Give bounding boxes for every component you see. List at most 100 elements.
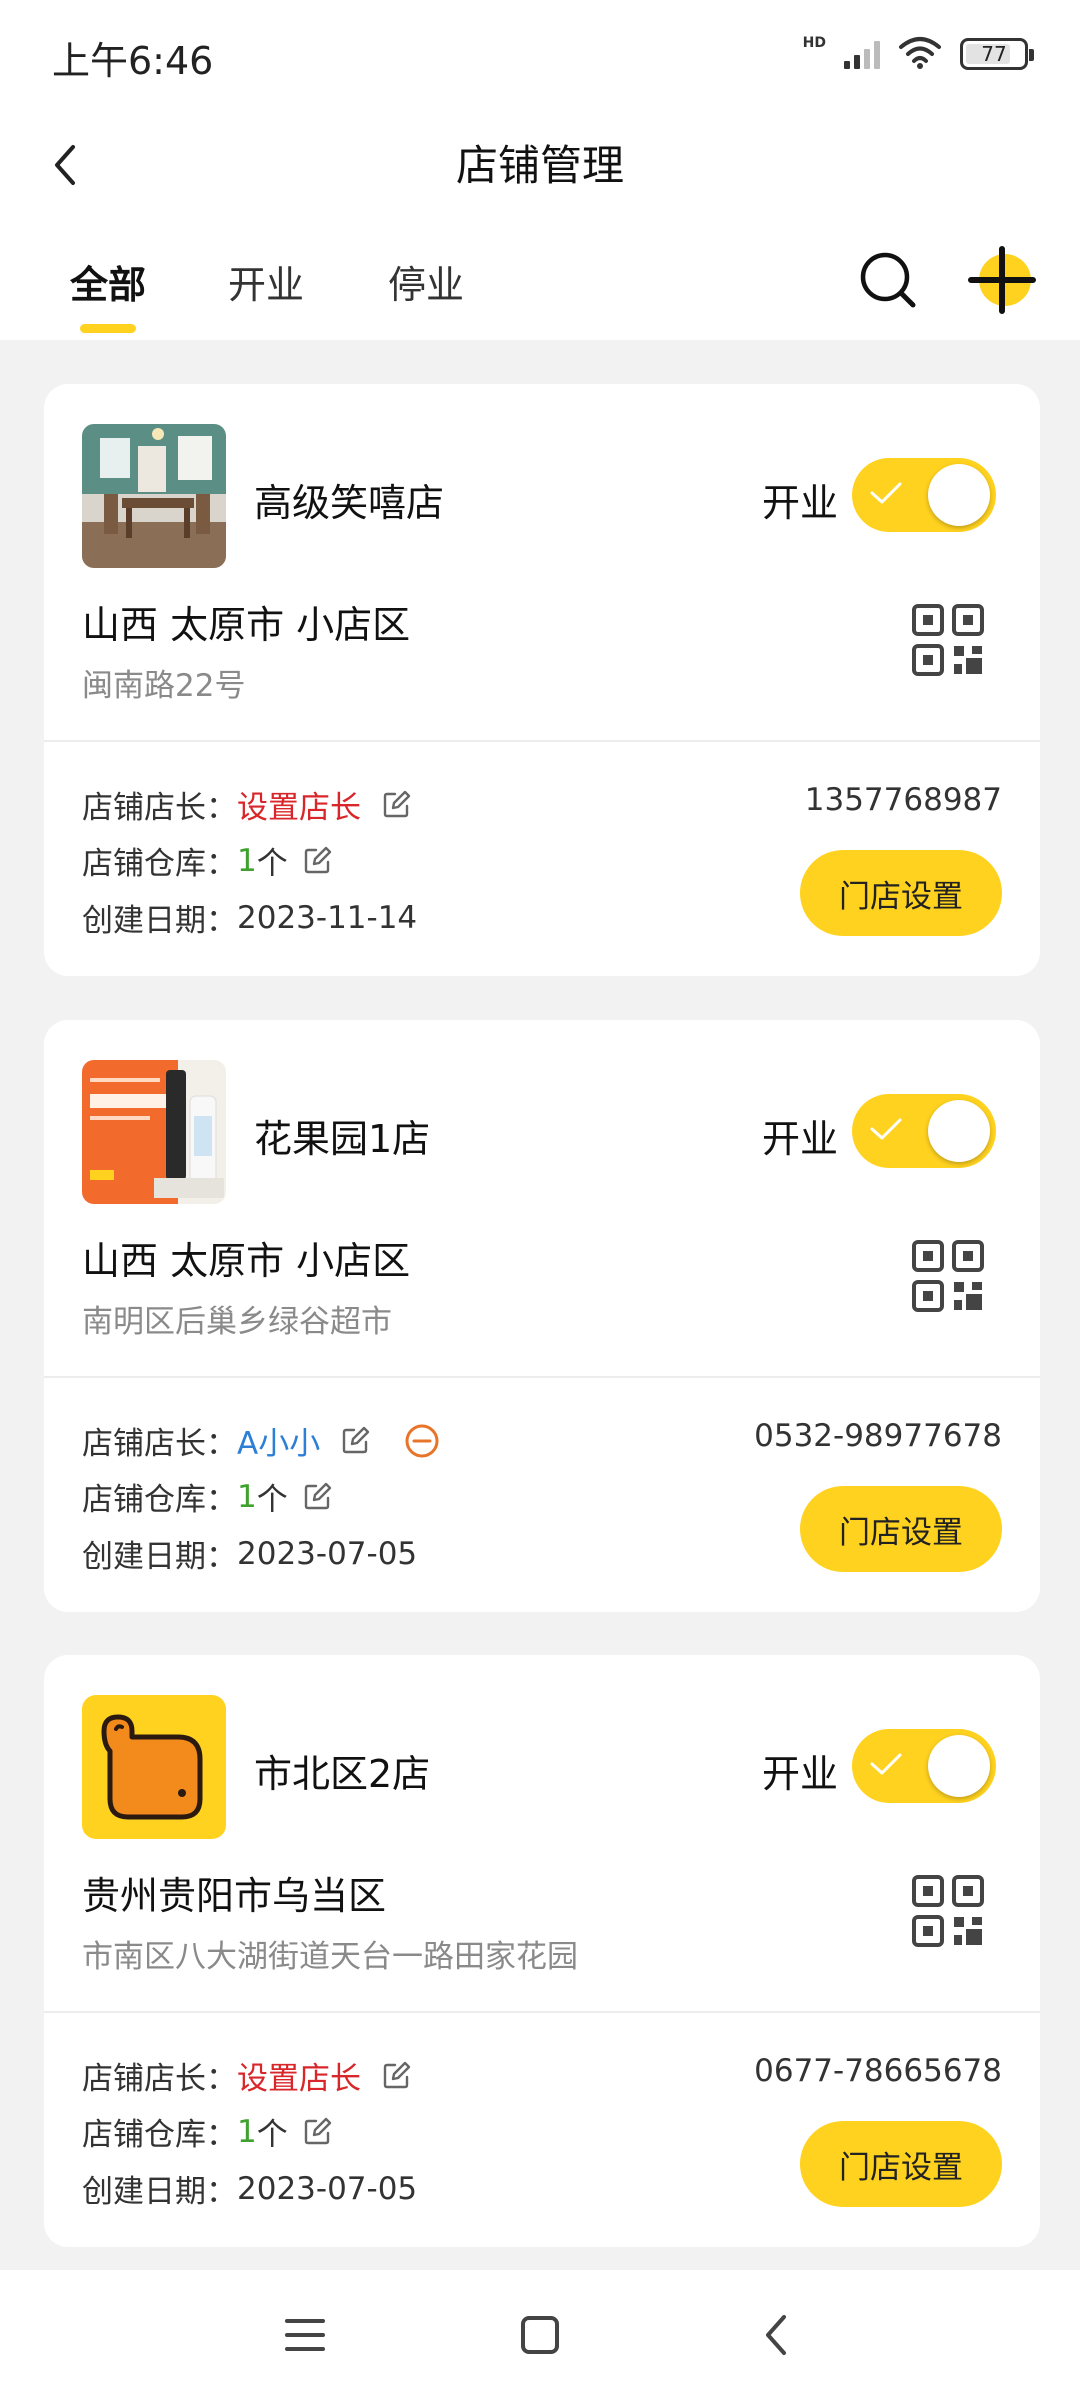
warehouse-count: 1 bbox=[237, 842, 257, 879]
battery-icon: 77 bbox=[960, 38, 1034, 70]
home-button[interactable] bbox=[505, 2300, 575, 2370]
created-date-label: 创建日期： bbox=[82, 903, 237, 939]
created-date-row: 创建日期： 2023-11-14 bbox=[82, 895, 417, 940]
check-icon bbox=[870, 1753, 902, 1775]
store-address: 南明区后巢乡绿谷超市 bbox=[82, 1304, 392, 1340]
created-date-label: 创建日期： bbox=[82, 2174, 237, 2210]
warehouse-row: 店铺仓库： 1 个 bbox=[82, 1474, 332, 1519]
store-thumbnail bbox=[82, 1695, 226, 1839]
store-region: 山西 太原市 小店区 bbox=[82, 603, 411, 647]
status-bar: 上午6:46 HD 77 bbox=[0, 0, 1080, 110]
tab-open[interactable]: 开业 bbox=[228, 254, 304, 309]
system-back-button[interactable] bbox=[740, 2300, 810, 2370]
page-title: 店铺管理 bbox=[455, 141, 624, 190]
qr-code-icon bbox=[912, 1875, 984, 1947]
set-manager-link[interactable]: 设置店长 bbox=[237, 782, 361, 827]
store-thumbnail bbox=[82, 1060, 226, 1204]
tab-bar: 全部 开业 停业 bbox=[0, 240, 1080, 340]
open-status-label: 开业 bbox=[762, 1752, 839, 1796]
nav-bar: 店铺管理 bbox=[0, 110, 1080, 220]
qr-code-icon bbox=[912, 1240, 984, 1312]
manager-name[interactable]: A小小 bbox=[237, 1418, 320, 1463]
open-toggle[interactable] bbox=[852, 1729, 996, 1803]
warehouse-unit: 个 bbox=[256, 846, 288, 882]
toggle-knob bbox=[928, 1735, 990, 1797]
tab-all[interactable]: 全部 bbox=[70, 254, 146, 309]
card-divider bbox=[44, 740, 1040, 742]
open-status-label: 开业 bbox=[762, 1117, 839, 1161]
store-setting-button[interactable]: 门店设置 bbox=[800, 2121, 1002, 2207]
store-setting-button[interactable]: 门店设置 bbox=[800, 850, 1002, 936]
network-type-label: HD bbox=[802, 35, 826, 51]
open-toggle[interactable] bbox=[852, 458, 996, 532]
warehouse-count: 1 bbox=[237, 2113, 257, 2150]
minus-circle-icon bbox=[405, 1424, 439, 1457]
manager-row: 店铺店长： A小小 bbox=[82, 1418, 440, 1463]
warehouse-row: 店铺仓库： 1 个 bbox=[82, 2109, 332, 2154]
store-thumbnail bbox=[82, 424, 226, 568]
plus-icon bbox=[968, 246, 1036, 314]
check-icon bbox=[870, 482, 902, 504]
created-date-label: 创建日期： bbox=[82, 1539, 237, 1575]
store-phone: 0532-98977678 bbox=[754, 1418, 1002, 1454]
edit-icon bbox=[383, 790, 411, 817]
edit-manager-button[interactable] bbox=[381, 790, 411, 820]
store-region: 贵州贵阳市乌当区 bbox=[82, 1874, 387, 1918]
edit-warehouse-button[interactable] bbox=[302, 846, 332, 876]
square-icon bbox=[521, 2316, 559, 2354]
manager-label: 店铺店长： bbox=[82, 790, 237, 826]
wifi-icon bbox=[898, 35, 942, 73]
store-address: 闽南路22号 bbox=[82, 668, 246, 704]
manager-row: 店铺店长： 设置店长 bbox=[82, 2053, 411, 2098]
add-store-button[interactable] bbox=[962, 240, 1042, 320]
created-date-row: 创建日期： 2023-07-05 bbox=[82, 2166, 417, 2211]
chevron-left-icon bbox=[766, 2315, 786, 2355]
remove-manager-button[interactable] bbox=[404, 1423, 440, 1459]
warehouse-row: 店铺仓库： 1 个 bbox=[82, 838, 332, 883]
active-tab-indicator bbox=[80, 324, 136, 333]
system-nav-bar bbox=[0, 2270, 1080, 2400]
set-manager-link[interactable]: 设置店长 bbox=[237, 2053, 361, 2098]
created-date-row: 创建日期： 2023-07-05 bbox=[82, 1531, 417, 1576]
edit-manager-button[interactable] bbox=[381, 2061, 411, 2091]
card-divider bbox=[44, 1376, 1040, 1378]
edit-icon bbox=[343, 1426, 370, 1453]
created-date: 2023-07-05 bbox=[237, 1535, 418, 1572]
edit-manager-button[interactable] bbox=[340, 1426, 370, 1456]
recent-apps-button[interactable] bbox=[270, 2300, 340, 2370]
warehouse-label: 店铺仓库： bbox=[82, 846, 237, 882]
signal-icon bbox=[844, 39, 880, 69]
store-card[interactable]: 高级笑嘻店 开业 山西 太原市 小店区 闽南路22号 店铺店长： 设置店长 店铺… bbox=[44, 384, 1040, 976]
app-header-area: 上午6:46 HD 77 店铺管理 全部 开业 停业 bbox=[0, 0, 1080, 340]
store-name: 市北区2店 bbox=[254, 1752, 431, 1796]
qr-code-button[interactable] bbox=[910, 1873, 986, 1949]
status-icons: HD 77 bbox=[802, 34, 1034, 74]
menu-icon bbox=[285, 2319, 325, 2351]
edit-warehouse-button[interactable] bbox=[302, 2117, 332, 2147]
search-button[interactable] bbox=[852, 240, 924, 320]
store-address: 市南区八大湖街道天台一路田家花园 bbox=[82, 1939, 578, 1975]
edit-icon bbox=[304, 2117, 331, 2144]
warehouse-unit: 个 bbox=[256, 2117, 288, 2153]
card-divider bbox=[44, 2011, 1040, 2013]
store-name: 高级笑嘻店 bbox=[254, 481, 445, 525]
store-card[interactable]: 花果园1店 开业 山西 太原市 小店区 南明区后巢乡绿谷超市 店铺店长： A小小 bbox=[44, 1020, 1040, 1612]
check-icon bbox=[870, 1118, 902, 1140]
store-card[interactable]: 市北区2店 开业 贵州贵阳市乌当区 市南区八大湖街道天台一路田家花园 店铺店长：… bbox=[44, 1655, 1040, 2247]
tab-closed[interactable]: 停业 bbox=[388, 254, 464, 309]
edit-icon bbox=[304, 846, 331, 873]
open-status-label: 开业 bbox=[762, 481, 839, 525]
toggle-knob bbox=[928, 464, 990, 526]
manager-label: 店铺店长： bbox=[82, 1426, 237, 1462]
open-toggle[interactable] bbox=[852, 1094, 996, 1168]
store-phone: 1357768987 bbox=[804, 782, 1002, 818]
warehouse-label: 店铺仓库： bbox=[82, 1482, 237, 1518]
qr-code-button[interactable] bbox=[910, 602, 986, 678]
store-setting-button[interactable]: 门店设置 bbox=[800, 1486, 1002, 1572]
manager-label: 店铺店长： bbox=[82, 2061, 237, 2097]
qr-code-button[interactable] bbox=[910, 1238, 986, 1314]
warehouse-label: 店铺仓库： bbox=[82, 2117, 237, 2153]
store-phone: 0677-78665678 bbox=[754, 2053, 1002, 2089]
edit-warehouse-button[interactable] bbox=[302, 1482, 332, 1512]
status-time: 上午6:46 bbox=[52, 39, 214, 83]
